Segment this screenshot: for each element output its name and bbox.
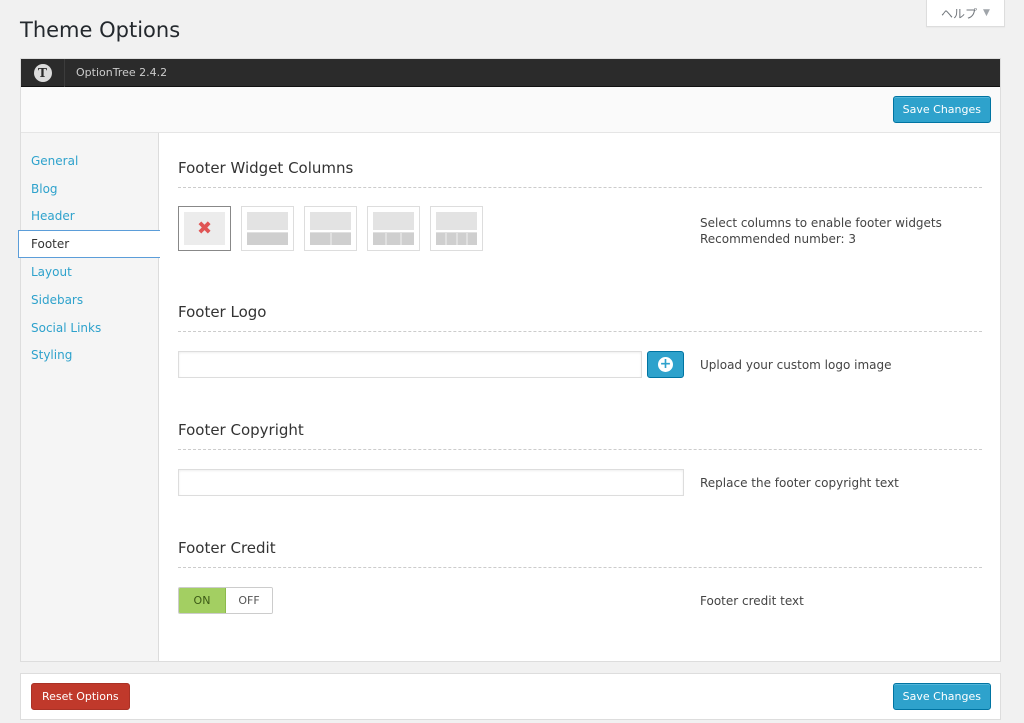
sidebar-item-layout[interactable]: Layout [21,258,158,286]
layout-option-2-columns[interactable] [304,206,357,251]
ot-header-bar: T OptionTree 2.4.2 [21,58,1000,87]
section-title: Footer Credit [178,539,276,557]
save-changes-button-top[interactable]: Save Changes [892,96,991,123]
bottom-action-bar: Reset Options Save Changes [20,673,1001,720]
option-tree-logo-icon: T [33,63,52,82]
option-tree-panel: T OptionTree 2.4.2 Save Changes General … [18,58,1001,662]
divider [178,449,982,450]
widget-columns-description: Select columns to enable footer widgets … [700,215,942,247]
layout-option-1-column[interactable] [241,206,294,251]
settings-content: Footer Widget Columns ✖ Select columns t… [159,133,1000,661]
layout-option-disabled[interactable]: ✖ [178,206,231,251]
section-footer-copyright: Footer Copyright Replace the footer copy… [178,419,982,496]
app-version: OptionTree 2.4.2 [76,66,168,79]
footer-logo-description: Upload your custom logo image [700,358,892,372]
layout-option-3-columns[interactable] [367,206,420,251]
layout-option-4-columns[interactable] [430,206,483,251]
sidebar-item-sidebars[interactable]: Sidebars [21,286,158,314]
help-tab[interactable]: ヘルプ ▼ [926,0,1005,27]
divider [178,331,982,332]
footer-credit-description: Footer credit text [700,594,804,608]
ot-logo: T [21,58,65,87]
help-tab-label: ヘルプ [941,6,978,21]
section-footer-credit: Footer Credit ON OFF Footer credit text [178,537,982,614]
plus-circle-icon: + [658,356,673,372]
section-footer-logo: Footer Logo + Upload your custom logo im… [178,301,982,378]
divider [178,567,982,568]
footer-copyright-description: Replace the footer copyright text [700,476,899,490]
section-title: Footer Logo [178,303,267,321]
section-widget-columns: Footer Widget Columns ✖ Select columns t… [178,157,982,251]
sidebar-nav: General Blog Header Footer Layout Sideba… [18,133,160,661]
sidebar-item-general[interactable]: General [21,147,158,175]
sidebar-item-header[interactable]: Header [21,203,158,231]
toggle-on-option[interactable]: ON [179,588,226,613]
upload-button[interactable]: + [647,351,684,378]
ot-body: General Blog Header Footer Layout Sideba… [18,133,1000,661]
top-action-bar: Save Changes [21,87,1000,133]
page-title: Theme Options [20,18,181,42]
sidebar-item-blog[interactable]: Blog [21,175,158,203]
save-changes-button-bottom[interactable]: Save Changes [892,683,991,710]
description-line: Select columns to enable footer widgets [700,216,942,230]
footer-logo-url-input[interactable] [178,351,642,378]
chevron-down-icon: ▼ [983,8,990,18]
section-title: Footer Copyright [178,421,304,439]
divider [178,187,982,188]
section-title: Footer Widget Columns [178,159,354,177]
toggle-off-option[interactable]: OFF [226,588,272,613]
footer-credit-toggle[interactable]: ON OFF [178,587,273,614]
reset-options-button[interactable]: Reset Options [31,683,130,710]
sidebar-item-social-links[interactable]: Social Links [21,314,158,342]
description-line: Recommended number: 3 [700,232,857,246]
close-icon: ✖ [196,218,213,239]
footer-copyright-input[interactable] [178,469,684,496]
sidebar-item-styling[interactable]: Styling [21,342,158,370]
sidebar-item-footer[interactable]: Footer [18,230,160,259]
